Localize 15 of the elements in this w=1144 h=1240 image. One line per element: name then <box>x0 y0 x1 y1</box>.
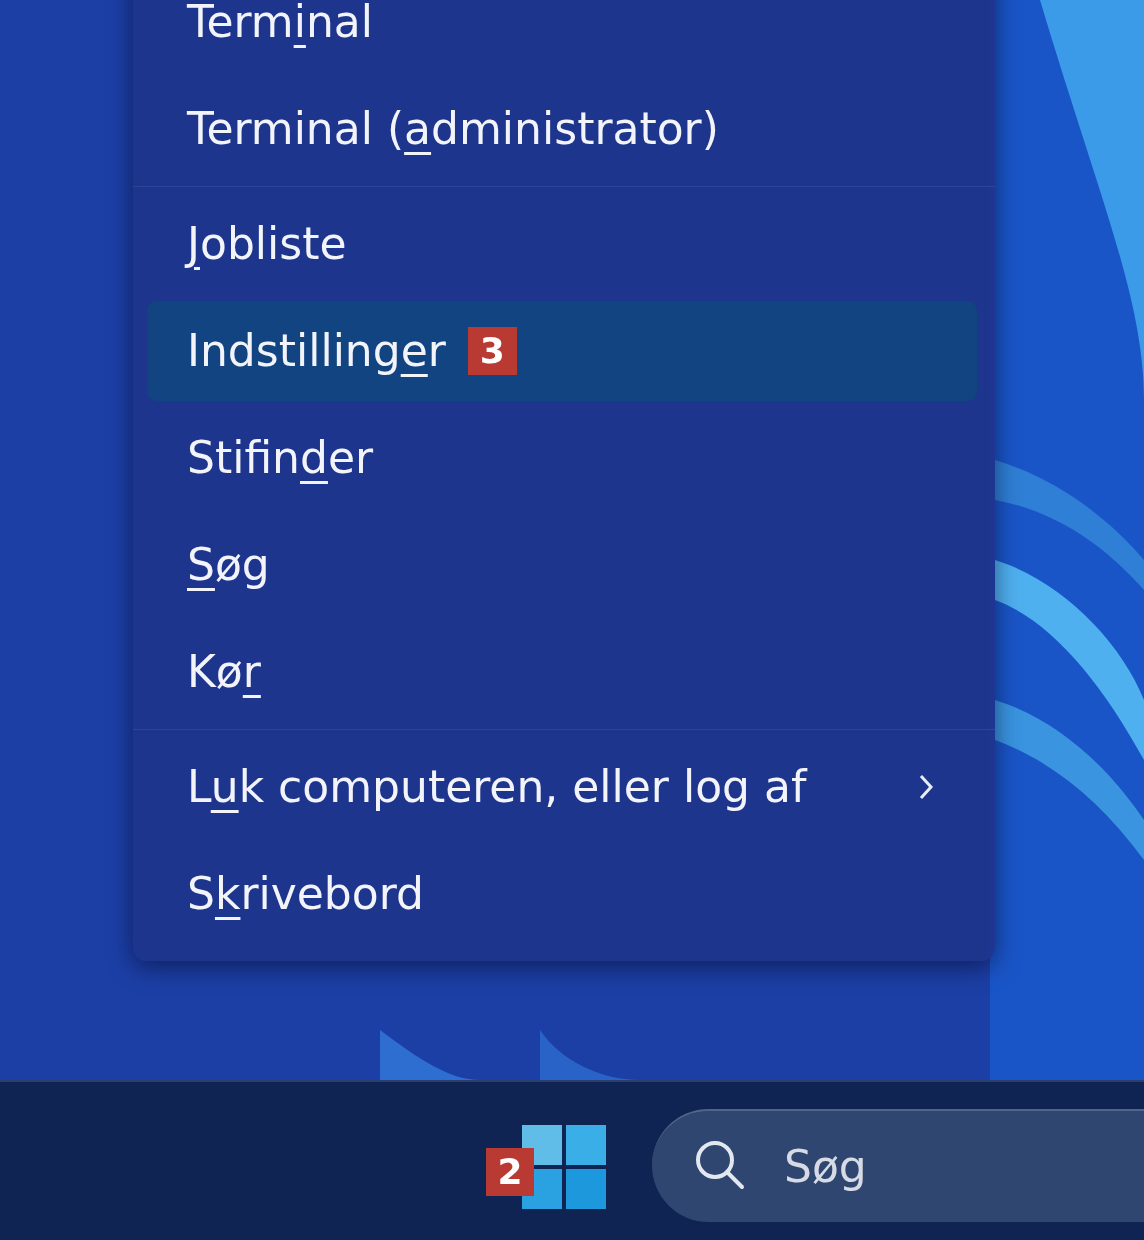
menu-item[interactable]: Terminal (administrator) <box>147 79 977 179</box>
menu-item[interactable]: Stifinder <box>147 408 977 508</box>
menu-item[interactable]: Indstillinger 3 <box>147 301 977 401</box>
menu-item[interactable]: Skrivebord <box>147 844 977 944</box>
search-field[interactable]: Søg <box>652 1109 1144 1222</box>
windows-logo-icon <box>522 1125 606 1209</box>
menu-item[interactable]: Søg <box>147 515 977 615</box>
search-icon <box>694 1139 746 1191</box>
menu-item[interactable]: Jobliste <box>147 194 977 294</box>
callout-number: 3 <box>467 327 517 375</box>
start-button[interactable] <box>522 1125 606 1209</box>
callout-number: 2 <box>486 1148 534 1196</box>
menu-item[interactable]: Terminal <box>147 0 977 72</box>
menu-item[interactable]: Luk computeren, eller log af <box>147 737 977 837</box>
menu-item[interactable]: Kør <box>147 622 977 722</box>
